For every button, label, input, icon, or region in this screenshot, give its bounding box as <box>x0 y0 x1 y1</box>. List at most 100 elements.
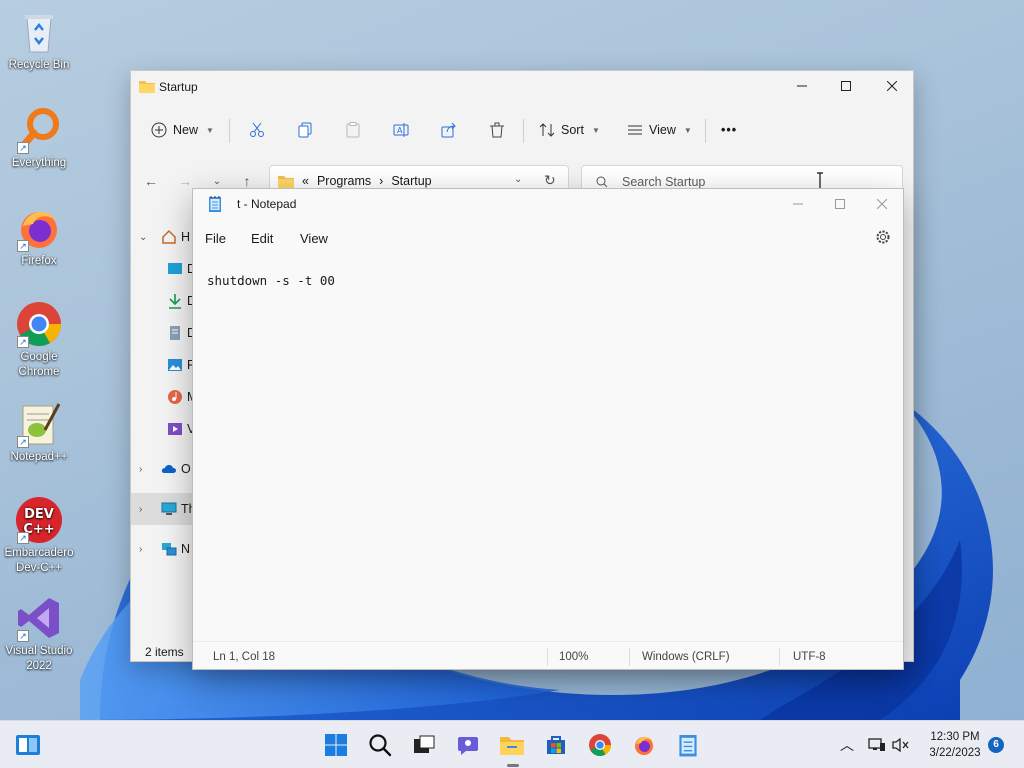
shortcut-arrow-icon: ↗ <box>17 240 29 252</box>
list-view-icon <box>628 125 642 135</box>
close-button[interactable] <box>869 71 915 101</box>
nav-item-downloads[interactable]: D <box>131 285 196 317</box>
pictures-icon <box>168 359 182 371</box>
chat-button[interactable] <box>454 731 482 759</box>
network-status-button[interactable] <box>868 737 886 753</box>
computer-icon <box>161 502 177 515</box>
notepad-plus-plus-icon: ↗ <box>15 400 63 448</box>
nav-item-this-pc[interactable]: › Th <box>131 493 196 525</box>
desktop-icon-chrome[interactable]: ↗ Google Chrome <box>0 300 78 380</box>
taskbar-clock[interactable]: 12:30 PM 3/22/2023 <box>910 729 1000 761</box>
chevron-down-icon: ▼ <box>683 125 692 135</box>
explorer-title-bar[interactable]: Startup <box>131 71 913 101</box>
nav-item-home[interactable]: ⌄ H <box>131 221 193 253</box>
firefox-taskbar-button[interactable] <box>630 731 658 759</box>
desktop-icon-notepadpp[interactable]: ↗ Notepad++ <box>0 400 78 465</box>
plus-circle-icon <box>151 122 167 138</box>
nav-item-pictures[interactable]: P <box>131 349 195 381</box>
nav-item-desktop[interactable]: D <box>131 253 196 285</box>
view-button[interactable]: View ▼ <box>627 117 692 143</box>
minimize-button[interactable] <box>779 71 825 101</box>
desktop-icon-label: Embarcadero Dev-C++ <box>4 547 74 574</box>
shortcut-arrow-icon: ↗ <box>17 336 29 348</box>
volume-button[interactable] <box>892 737 910 753</box>
view-button-label: View <box>649 123 676 137</box>
widgets-button[interactable] <box>14 731 42 759</box>
chevron-down-icon: ⌄ <box>212 175 222 187</box>
arrow-left-icon: ← <box>144 173 158 189</box>
task-view-button[interactable] <box>410 731 438 759</box>
chrome-icon: ↗ <box>15 300 63 348</box>
notepad-title-bar[interactable]: t - Notepad <box>193 189 903 219</box>
toolbar-divider <box>705 119 706 143</box>
notepad-icon <box>208 195 222 216</box>
search-placeholder: Search Startup <box>622 175 706 189</box>
chrome-taskbar-button[interactable] <box>586 731 614 759</box>
paste-button[interactable] <box>345 117 361 143</box>
folder-icon <box>139 79 155 96</box>
breadcrumb-startup[interactable]: Startup <box>391 174 431 188</box>
store-button[interactable] <box>542 731 570 759</box>
minimize-button[interactable] <box>775 189 821 219</box>
cloud-icon <box>161 465 176 473</box>
refresh-icon[interactable]: ↻ <box>544 172 556 189</box>
desktop-icon-firefox[interactable]: ↗ Firefox <box>0 204 78 269</box>
desktop-icon-devcpp[interactable]: DEV C++ ↗ Embarcadero Dev-C++ <box>0 496 78 576</box>
more-options-button[interactable]: ••• <box>721 117 737 143</box>
notepad-text-content: shutdown -s -t 00 <box>207 273 335 288</box>
chrome-icon <box>589 734 611 756</box>
nav-item-music[interactable]: M <box>131 381 197 413</box>
music-icon <box>168 390 182 404</box>
close-button[interactable] <box>859 189 905 219</box>
sort-button-label: Sort <box>561 123 584 137</box>
nav-item-network[interactable]: › N <box>131 533 193 565</box>
status-divider <box>629 648 630 666</box>
menu-file[interactable]: File <box>205 231 226 246</box>
copy-icon <box>298 122 312 138</box>
desktop-icon-label: Firefox <box>21 255 57 267</box>
maximize-button[interactable] <box>823 71 869 101</box>
home-icon <box>162 229 176 244</box>
everything-icon: ↗ <box>15 106 63 154</box>
address-dropdown-icon[interactable]: ⌄ <box>514 174 522 185</box>
breadcrumb-programs[interactable]: Programs <box>317 174 371 188</box>
nav-item-label: N <box>181 542 191 556</box>
explorer-item-count: 2 items <box>145 645 184 659</box>
chevron-down-icon: ▼ <box>206 125 214 135</box>
back-button[interactable]: ← <box>139 169 163 193</box>
desktop-icon-recycle-bin[interactable]: Recycle Bin <box>0 8 78 73</box>
trash-icon <box>490 122 504 138</box>
show-hidden-icons-button[interactable]: ︿ <box>840 735 854 755</box>
desktop-icon-everything[interactable]: ↗ Everything <box>0 106 78 171</box>
notepad-window[interactable]: t - Notepad File Edit View shutdown -s -… <box>192 188 904 670</box>
share-button[interactable] <box>441 117 457 143</box>
explorer-command-bar: New ▼ A Sort ▼ View ▼ ••• <box>131 107 913 151</box>
file-explorer-button[interactable] <box>498 731 526 759</box>
nav-item-onedrive[interactable]: › O <box>131 453 193 485</box>
sort-button[interactable]: Sort ▼ <box>539 117 600 143</box>
notification-badge[interactable]: 6 <box>988 737 1004 753</box>
taskbar-search-button[interactable] <box>366 731 394 759</box>
maximize-button[interactable] <box>817 189 863 219</box>
menu-view[interactable]: View <box>300 231 328 246</box>
copy-button[interactable] <box>297 117 313 143</box>
nav-item-documents[interactable]: D <box>131 317 196 349</box>
start-button[interactable] <box>322 731 350 759</box>
menu-edit[interactable]: Edit <box>251 231 273 246</box>
delete-button[interactable] <box>489 117 505 143</box>
desktop-icon-label: Visual Studio 2022 <box>5 645 73 672</box>
desktop-icon-visual-studio[interactable]: ↗ Visual Studio 2022 <box>0 594 78 674</box>
breadcrumb-overflow[interactable]: « <box>302 174 309 188</box>
cursor-position: Ln 1, Col 18 <box>213 651 276 663</box>
svg-text:DEV: DEV <box>24 507 54 522</box>
toolbar-divider <box>523 119 524 143</box>
settings-button[interactable] <box>875 229 891 248</box>
notepad-text-area[interactable]: shutdown -s -t 00 <box>193 257 903 639</box>
new-button[interactable]: New ▼ <box>151 117 214 143</box>
notepad-taskbar-button[interactable] <box>674 731 702 759</box>
rename-button[interactable]: A <box>393 117 409 143</box>
documents-icon <box>170 326 180 340</box>
notepad-icon <box>679 735 697 757</box>
cut-button[interactable] <box>249 117 265 143</box>
nav-item-videos[interactable]: V <box>131 413 195 445</box>
